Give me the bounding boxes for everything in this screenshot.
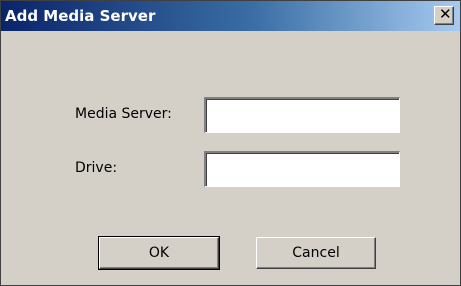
close-button[interactable]: ✕ xyxy=(434,5,454,25)
add-media-server-dialog: Add Media Server ✕ Media Server: Drive: … xyxy=(0,0,461,286)
title-bar[interactable]: Add Media Server ✕ xyxy=(1,1,460,31)
dialog-title: Add Media Server xyxy=(5,7,156,25)
ok-button[interactable]: OK xyxy=(98,236,220,270)
close-icon: ✕ xyxy=(439,5,452,23)
media-server-label: Media Server: xyxy=(75,106,172,122)
media-server-input[interactable] xyxy=(204,97,400,133)
drive-input[interactable] xyxy=(204,151,400,187)
cancel-button[interactable]: Cancel xyxy=(256,237,376,269)
drive-label: Drive: xyxy=(75,160,118,176)
